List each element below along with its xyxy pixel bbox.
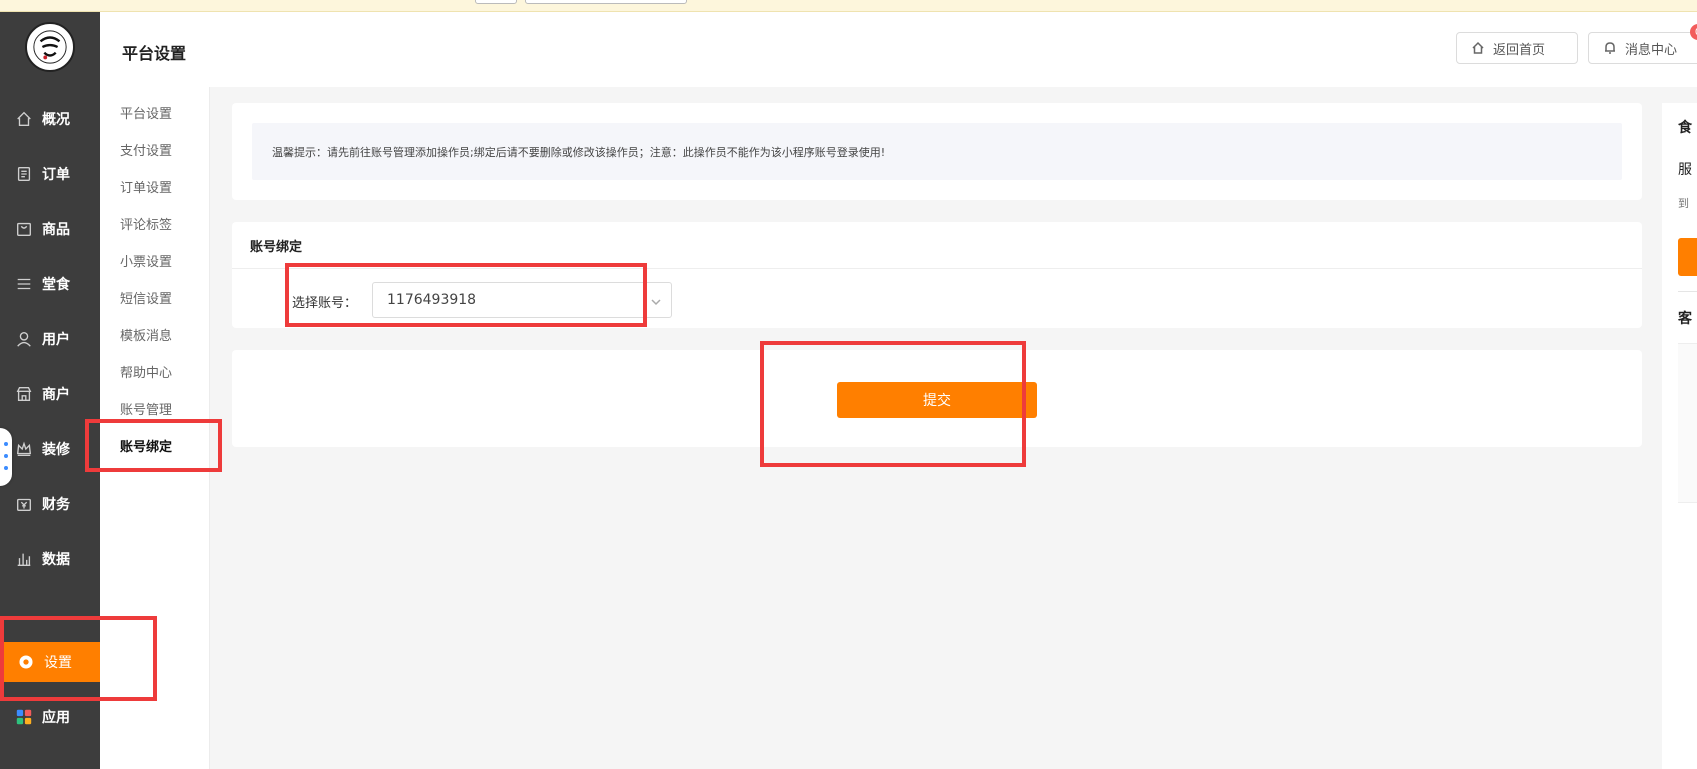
handle-dot bbox=[4, 442, 8, 446]
message-center-button[interactable]: 消息中心 bbox=[1588, 32, 1697, 64]
handle-dot bbox=[4, 466, 8, 470]
brand-logo[interactable] bbox=[25, 22, 75, 72]
account-select[interactable]: 1176493918 bbox=[372, 282, 672, 318]
right-info-panel: 食 服 到 客 bbox=[1662, 103, 1697, 769]
main-sidebar: 概况 订单 商品 堂食 用户 商户 装修 财务 数据 设置 应用 bbox=[0, 12, 100, 769]
subnav-item-help-center[interactable]: 帮助中心 bbox=[120, 362, 172, 381]
subnav-item-sms-settings[interactable]: 短信设置 bbox=[120, 288, 172, 307]
sidebar-item-label: 商户 bbox=[42, 387, 70, 403]
sidebar-item-label: 商品 bbox=[42, 222, 70, 238]
user-icon bbox=[14, 329, 34, 349]
sidebar-item-label: 数据 bbox=[42, 552, 70, 568]
strip-button-a[interactable] bbox=[475, 0, 517, 4]
sidebar-item-dine-in[interactable]: 堂食 bbox=[0, 264, 100, 304]
document-icon bbox=[14, 164, 34, 184]
account-binding-card: 账号绑定 选择账号： 1176493918 bbox=[232, 222, 1642, 328]
bar-chart-icon bbox=[14, 549, 34, 569]
sidebar-item-merchants[interactable]: 商户 bbox=[0, 374, 100, 414]
section-divider bbox=[232, 268, 1642, 269]
sidebar-item-label: 用户 bbox=[42, 332, 70, 348]
sidebar-item-users[interactable]: 用户 bbox=[0, 319, 100, 359]
submit-button[interactable]: 提交 bbox=[837, 382, 1037, 418]
subnav-item-review-tags[interactable]: 评论标签 bbox=[120, 214, 172, 233]
panel-action-button[interactable] bbox=[1678, 238, 1697, 276]
subnav-item-payment-settings[interactable]: 支付设置 bbox=[120, 140, 172, 159]
list-icon bbox=[14, 274, 34, 294]
sidebar-item-orders[interactable]: 订单 bbox=[0, 154, 100, 194]
sidebar-item-apps[interactable]: 应用 bbox=[0, 697, 100, 737]
panel-heading: 食 bbox=[1678, 120, 1692, 136]
tip-card: 温馨提示：请先前往账号管理添加操作员;绑定后请不要删除或修改该操作员；注意：此操… bbox=[232, 103, 1642, 200]
crown-icon bbox=[14, 439, 34, 459]
floating-side-handle[interactable] bbox=[0, 428, 12, 486]
tip-message: 温馨提示：请先前往账号管理添加操作员;绑定后请不要删除或修改该操作员；注意：此操… bbox=[252, 123, 1622, 180]
subnav-item-account-management[interactable]: 账号管理 bbox=[120, 399, 172, 418]
sidebar-item-settings[interactable]: 设置 bbox=[4, 642, 100, 682]
panel-divider bbox=[1678, 291, 1697, 292]
sidebar-item-overview[interactable]: 概况 bbox=[0, 99, 100, 139]
apps-icon bbox=[14, 707, 34, 727]
bell-icon bbox=[1603, 41, 1617, 55]
panel-customer-service-box bbox=[1678, 343, 1697, 503]
store-icon bbox=[14, 384, 34, 404]
sidebar-item-label: 装修 bbox=[42, 442, 70, 458]
page-title: 平台设置 bbox=[122, 44, 187, 63]
panel-service-text: 服 bbox=[1678, 162, 1692, 178]
sidebar-item-finance[interactable]: 财务 bbox=[0, 484, 100, 524]
home-icon bbox=[1471, 41, 1485, 55]
subnav-item-account-binding[interactable]: 账号绑定 bbox=[120, 436, 172, 455]
browser-notice-strip bbox=[0, 0, 1697, 12]
return-home-button[interactable]: 返回首页 bbox=[1456, 32, 1578, 64]
sidebar-item-data[interactable]: 数据 bbox=[0, 539, 100, 579]
subnav-item-order-settings[interactable]: 订单设置 bbox=[120, 177, 172, 196]
section-title: 账号绑定 bbox=[250, 240, 303, 255]
submit-card: 提交 bbox=[232, 350, 1642, 447]
subnav-item-receipt-settings[interactable]: 小票设置 bbox=[120, 251, 172, 270]
account-select-value: 1176493918 bbox=[387, 292, 477, 308]
sidebar-item-label: 设置 bbox=[44, 655, 72, 671]
sidebar-item-label: 堂食 bbox=[42, 277, 70, 293]
top-header: 平台设置 返回首页 消息中心 0 bbox=[100, 12, 1697, 87]
sidebar-item-label: 概况 bbox=[42, 112, 70, 128]
subnav-item-template-messages[interactable]: 模板消息 bbox=[120, 325, 172, 344]
sidebar-item-label: 财务 bbox=[42, 497, 70, 513]
subnav-item-platform-settings[interactable]: 平台设置 bbox=[120, 103, 172, 122]
settings-subnav: 平台设置 支付设置 订单设置 评论标签 小票设置 短信设置 模板消息 帮助中心 … bbox=[100, 87, 210, 769]
logo-mark-icon bbox=[33, 30, 67, 64]
wallet-icon bbox=[14, 494, 34, 514]
sidebar-item-decoration[interactable]: 装修 bbox=[0, 429, 100, 469]
bag-icon bbox=[14, 219, 34, 239]
sidebar-item-products[interactable]: 商品 bbox=[0, 209, 100, 249]
gear-icon bbox=[16, 652, 36, 672]
chevron-down-icon bbox=[651, 295, 661, 306]
handle-dot bbox=[4, 454, 8, 458]
sidebar-item-label: 订单 bbox=[42, 167, 70, 183]
home-icon bbox=[14, 109, 34, 129]
panel-expiry-text: 到 bbox=[1678, 197, 1689, 210]
sidebar-item-label: 应用 bbox=[42, 710, 70, 726]
strip-button-b[interactable] bbox=[525, 0, 687, 4]
panel-service-heading: 客 bbox=[1678, 311, 1692, 327]
select-account-label: 选择账号： bbox=[292, 296, 358, 311]
